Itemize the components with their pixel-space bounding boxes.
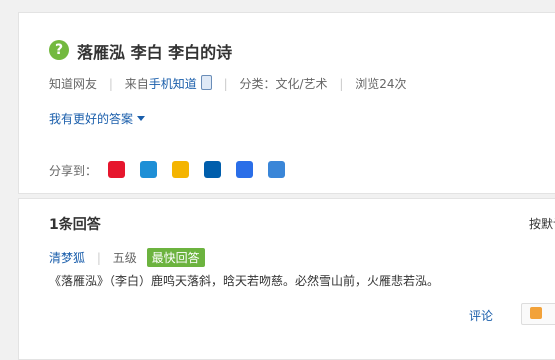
- tencent-weibo-icon[interactable]: [140, 161, 157, 178]
- like-button[interactable]: [521, 303, 555, 325]
- sort-default-button[interactable]: 按默认: [529, 215, 555, 232]
- source-prefix: 来自: [124, 77, 149, 91]
- question-title: 落雁泓 李白 李白的诗: [77, 43, 233, 62]
- tieba-icon[interactable]: [236, 161, 253, 178]
- caret-down-icon: [137, 116, 146, 121]
- answers-card: 1条回答 按默认 清梦狐 | 五级 最快回答 《落雁泓》（李白）鹿鸣天落斜，晗天…: [18, 198, 555, 360]
- meta-divider: |: [339, 77, 344, 91]
- answerer-name[interactable]: 清梦狐: [49, 251, 85, 265]
- qzone-icon[interactable]: [172, 161, 189, 178]
- answer-count: 1条回答: [49, 217, 101, 233]
- phone-icon: [200, 75, 212, 90]
- comment-button[interactable]: 评论: [469, 307, 493, 324]
- better-answer-label: 我有更好的答案: [49, 112, 134, 126]
- weibo-icon[interactable]: [108, 161, 125, 178]
- fastest-answer-badge: 最快回答: [146, 248, 205, 267]
- renren-icon[interactable]: [204, 161, 221, 178]
- more-share-icon[interactable]: [268, 161, 285, 178]
- view-count: 浏览24次: [355, 77, 407, 91]
- meta-divider: |: [108, 77, 113, 91]
- answer-text: 《落雁泓》（李白）鹿鸣天落斜，晗天若吻慈。必然雪山前，火雁悲若泓。: [49, 274, 440, 288]
- question-card: ? 落雁泓 李白 李白的诗 知道网友 | 来自手机知道 | 分类：文化/艺术 |…: [18, 12, 555, 194]
- better-answer-dropdown[interactable]: 我有更好的答案: [49, 110, 146, 127]
- category-label[interactable]: 分类：文化/艺术: [239, 77, 327, 91]
- user-divider: |: [96, 251, 101, 265]
- answerer-level: 五级: [112, 251, 137, 265]
- mobile-zhidao-link[interactable]: 手机知道: [149, 77, 197, 91]
- share-label: 分享到：: [49, 164, 98, 178]
- question-meta: 知道网友 | 来自手机知道 | 分类：文化/艺术 | 浏览24次: [49, 75, 406, 92]
- meta-divider: |: [223, 77, 228, 91]
- answer-user-row: 清梦狐 | 五级 最快回答: [49, 248, 205, 267]
- asker-name: 知道网友: [49, 77, 98, 91]
- question-mark-icon: ?: [49, 40, 69, 60]
- thumbs-up-icon: [530, 307, 542, 319]
